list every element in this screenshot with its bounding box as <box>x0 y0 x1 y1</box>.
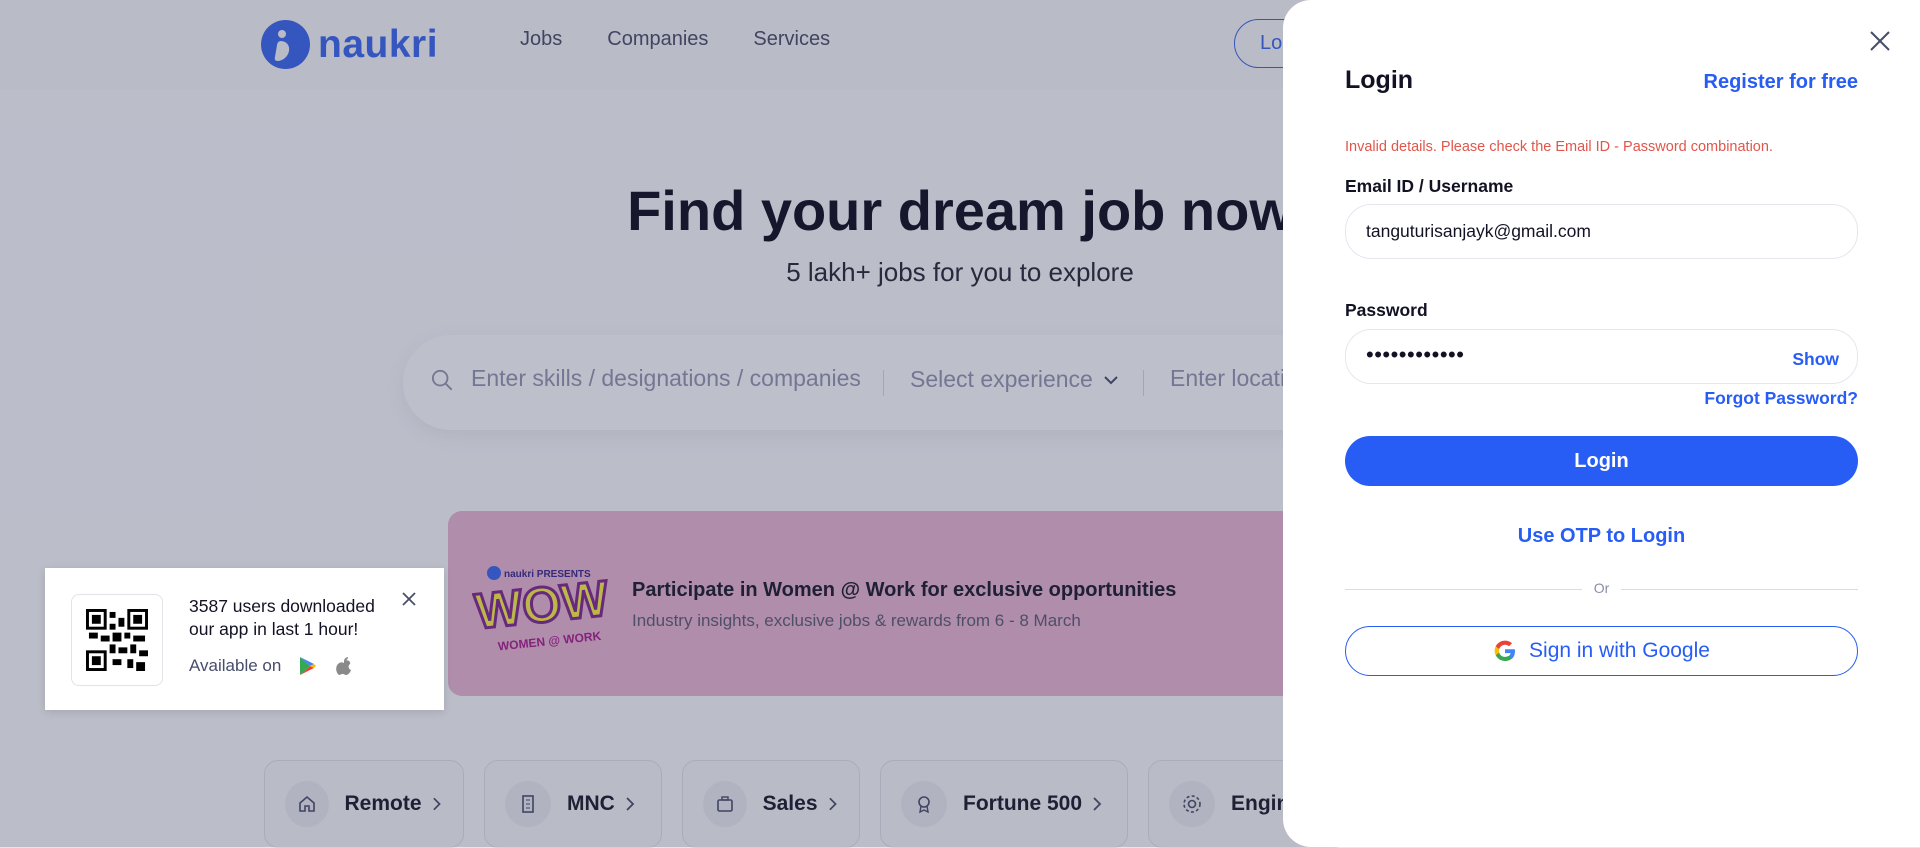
divider <box>883 370 884 396</box>
building-icon <box>505 781 551 827</box>
password-field[interactable]: •••••••••••• Show <box>1345 329 1858 384</box>
show-password-button[interactable]: Show <box>1792 349 1839 370</box>
otp-login-link[interactable]: Use OTP to Login <box>1345 525 1858 548</box>
search-icon <box>431 369 453 391</box>
login-button[interactable]: Login <box>1345 436 1858 486</box>
skills-search-input[interactable]: Enter skills / designations / companies <box>471 365 861 392</box>
chevron-right-icon <box>432 797 441 811</box>
or-separator: Or <box>1593 580 1610 596</box>
login-drawer: Login Register for free Invalid details.… <box>1283 0 1920 847</box>
email-field[interactable]: tanguturisanjayk@gmail.com <box>1345 204 1858 259</box>
divider <box>1143 370 1144 396</box>
app-download-popup: 3587 users downloaded our app in last 1 … <box>45 568 444 710</box>
nav-jobs[interactable]: Jobs <box>520 28 562 51</box>
chevron-down-icon <box>1104 375 1118 384</box>
login-title: Login <box>1345 66 1414 94</box>
forgot-password-link[interactable]: Forgot Password? <box>1704 388 1858 409</box>
category-chips: Remote MNC Sales Fortune 500 Engin <box>264 760 1348 848</box>
wow-logo: naukri PRESENTS WOW WOMEN @ WORK <box>472 566 612 654</box>
available-on: Available on <box>189 656 353 676</box>
app-download-line-2: our app in last 1 hour! <box>189 619 359 639</box>
error-message: Invalid details. Please check the Email … <box>1345 139 1773 155</box>
home-icon <box>285 781 329 827</box>
chevron-right-icon <box>1093 797 1102 811</box>
available-on-label: Available on <box>189 656 282 675</box>
chip-label: Remote <box>344 792 422 815</box>
close-icon[interactable] <box>400 590 418 608</box>
chip-remote[interactable]: Remote <box>264 760 464 848</box>
chip-label: Engin <box>1231 792 1290 815</box>
briefcase-icon <box>703 781 747 827</box>
chip-mnc[interactable]: MNC <box>484 760 662 848</box>
register-link[interactable]: Register for free <box>1704 71 1859 94</box>
experience-select-label: Select experience <box>910 366 1093 392</box>
google-signin-button[interactable]: Sign in with Google <box>1345 626 1858 676</box>
nav-companies[interactable]: Companies <box>607 28 708 51</box>
chip-label: Fortune 500 <box>963 792 1083 815</box>
google-play-icon[interactable] <box>299 656 317 676</box>
email-value: tanguturisanjayk@gmail.com <box>1366 221 1591 241</box>
app-download-text: 3587 users downloaded our app in last 1 … <box>189 595 375 641</box>
email-label: Email ID / Username <box>1345 176 1514 196</box>
main-nav: Jobs Companies Services <box>520 28 830 51</box>
banner-subtitle: Industry insights, exclusive jobs & rewa… <box>632 611 1081 630</box>
chip-fortune-500[interactable]: Fortune 500 <box>880 760 1128 848</box>
google-signin-label: Sign in with Google <box>1529 639 1710 662</box>
logo-text: naukri <box>318 22 439 66</box>
apple-icon[interactable] <box>335 656 353 676</box>
women-at-work-banner[interactable]: naukri PRESENTS WOW WOMEN @ WORK Partici… <box>448 511 1348 696</box>
password-value: •••••••••••• <box>1366 342 1465 367</box>
experience-select[interactable]: Select experience <box>910 366 1119 393</box>
password-label: Password <box>1345 300 1428 320</box>
chip-sales[interactable]: Sales <box>682 760 860 848</box>
qr-code <box>71 594 163 686</box>
banner-title: Participate in Women @ Work for exclusiv… <box>632 579 1177 601</box>
chevron-right-icon <box>828 797 837 811</box>
location-input[interactable]: Enter locati <box>1170 365 1285 392</box>
chip-label: MNC <box>567 792 615 815</box>
award-icon <box>901 781 947 827</box>
nav-services[interactable]: Services <box>753 28 830 51</box>
close-icon[interactable] <box>1869 30 1891 52</box>
naukri-logo-icon <box>261 20 310 69</box>
naukri-logo[interactable]: naukri <box>261 20 438 69</box>
google-icon <box>1494 640 1516 661</box>
chevron-right-icon <box>626 797 635 811</box>
job-search-bar: Enter skills / designations / companies … <box>403 335 1363 430</box>
gear-icon <box>1169 781 1215 827</box>
qr-code-icon <box>86 609 148 671</box>
app-download-line-1: 3587 users downloaded <box>189 596 375 616</box>
chip-label: Sales <box>762 792 818 815</box>
